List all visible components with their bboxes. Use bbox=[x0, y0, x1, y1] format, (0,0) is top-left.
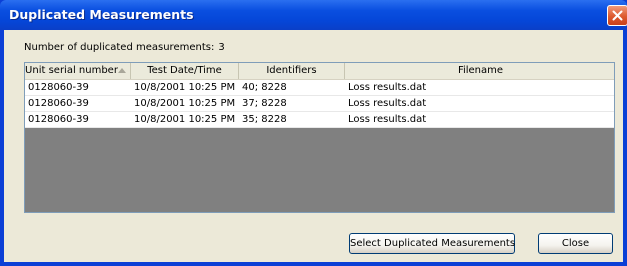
column-header-label: Unit serial number bbox=[25, 65, 118, 76]
table-row[interactable]: 0128060-39 10/8/2001 10:25 PM 37; 8228 L… bbox=[25, 96, 614, 112]
table-row[interactable]: 0128060-39 10/8/2001 10:25 PM 35; 8228 L… bbox=[25, 112, 614, 128]
select-duplicated-button[interactable]: Select Duplicated Measurements bbox=[349, 233, 515, 254]
window-title: Duplicated Measurements bbox=[9, 7, 194, 22]
row-divider bbox=[25, 127, 614, 128]
cell-identifiers: 35; 8228 bbox=[242, 114, 287, 125]
column-header-identifiers[interactable]: Identifiers bbox=[239, 63, 345, 79]
duplicate-count-text: Number of duplicated measurements: 3 bbox=[24, 42, 225, 53]
cell-filename: Loss results.dat bbox=[348, 114, 427, 125]
window-close-button[interactable] bbox=[607, 5, 627, 26]
grid-header: Unit serial number Test Date/Time Identi… bbox=[25, 63, 614, 80]
column-header-label: Filename bbox=[457, 65, 504, 76]
measurements-grid[interactable]: Unit serial number Test Date/Time Identi… bbox=[24, 62, 615, 213]
duplicate-count-value: 3 bbox=[218, 42, 225, 53]
close-x-icon bbox=[612, 10, 623, 21]
column-header-filename[interactable]: Filename bbox=[345, 63, 614, 79]
duplicate-count-label: Number of duplicated measurements: bbox=[24, 42, 215, 53]
cell-test-date: 10/8/2001 10:25 PM bbox=[134, 98, 236, 109]
column-header-test-date[interactable]: Test Date/Time bbox=[131, 63, 239, 79]
title-bar[interactable]: Duplicated Measurements bbox=[0, 0, 627, 30]
cell-filename: Loss results.dat bbox=[348, 82, 427, 93]
column-header-label: Test Date/Time bbox=[147, 65, 222, 76]
table-row[interactable]: 0128060-39 10/8/2001 10:25 PM 40; 8228 L… bbox=[25, 80, 614, 96]
cell-identifiers: 40; 8228 bbox=[242, 82, 287, 93]
window-frame-right bbox=[623, 30, 627, 266]
cell-unit-serial: 0128060-39 bbox=[28, 114, 89, 125]
window-frame-bottom bbox=[0, 262, 627, 266]
dialog-window: Duplicated Measurements Number of duplic… bbox=[0, 0, 627, 266]
cell-filename: Loss results.dat bbox=[348, 98, 427, 109]
column-header-label: Identifiers bbox=[266, 65, 317, 76]
column-header-unit-serial[interactable]: Unit serial number bbox=[25, 63, 131, 79]
dialog-body: Number of duplicated measurements: 3 Unit… bbox=[4, 30, 623, 262]
cell-unit-serial: 0128060-39 bbox=[28, 82, 89, 93]
cell-test-date: 10/8/2001 10:25 PM bbox=[134, 114, 236, 125]
cell-test-date: 10/8/2001 10:25 PM bbox=[134, 82, 236, 93]
sort-ascending-icon bbox=[118, 68, 126, 73]
cell-unit-serial: 0128060-39 bbox=[28, 98, 89, 109]
close-button[interactable]: Close bbox=[538, 233, 613, 254]
cell-identifiers: 37; 8228 bbox=[242, 98, 287, 109]
